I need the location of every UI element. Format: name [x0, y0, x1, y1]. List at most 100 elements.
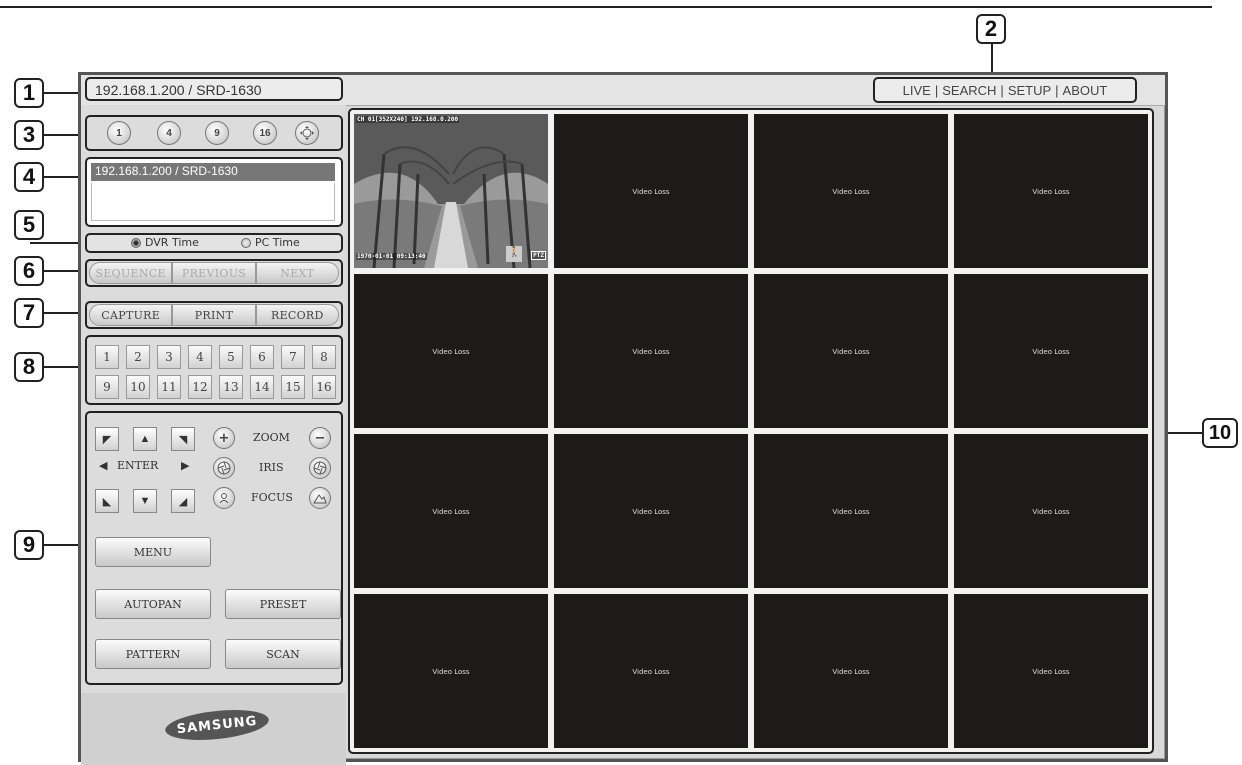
ptz-enter-button[interactable]: ENTER: [117, 459, 158, 472]
sequence-group: SEQUENCE PREVIOUS NEXT: [85, 259, 343, 287]
zoom-in-button[interactable]: +: [213, 427, 235, 449]
video-tile[interactable]: Video Loss: [554, 274, 748, 428]
video-tile[interactable]: Video Loss: [754, 594, 948, 748]
fullscreen-button[interactable]: [295, 121, 319, 145]
channel-button[interactable]: 10: [126, 375, 150, 399]
split-1-button[interactable]: 1: [107, 121, 131, 145]
video-loss-label: Video Loss: [832, 508, 870, 516]
channel-button[interactable]: 11: [157, 375, 181, 399]
capture-group: CAPTURE PRINT RECORD: [85, 301, 343, 329]
nav-separator: |: [1055, 82, 1059, 98]
ptz-right-button[interactable]: ▶: [181, 459, 189, 472]
video-loss-label: Video Loss: [632, 668, 670, 676]
callout-4: 4: [14, 162, 44, 192]
channel-button[interactable]: 6: [250, 345, 274, 369]
ptz-up-left-button[interactable]: ◤: [95, 427, 119, 451]
nav-setup[interactable]: SETUP: [1008, 83, 1051, 98]
video-tile[interactable]: Video Loss: [354, 434, 548, 588]
sequence-button[interactable]: SEQUENCE: [89, 262, 173, 284]
channel-button[interactable]: 13: [219, 375, 243, 399]
arrow-up-right-icon: ◥: [178, 433, 188, 446]
video-loss-label: Video Loss: [832, 188, 870, 196]
video-tile[interactable]: Video Loss: [954, 114, 1148, 268]
iris-close-button[interactable]: [309, 457, 331, 479]
camera-header-overlay: CH 01[352X240] 192.168.0.200: [356, 116, 460, 123]
ptz-control-group: ◤ ▲ ◥ ◀ ENTER ▶ ◣ ▼ ◢ + ZOOM − IRIS FOCU…: [85, 411, 343, 685]
channel-button[interactable]: 14: [250, 375, 274, 399]
split-9-button[interactable]: 9: [205, 121, 229, 145]
channel-button[interactable]: 4: [188, 345, 212, 369]
nav-search[interactable]: SEARCH: [942, 83, 996, 98]
scan-button[interactable]: SCAN: [225, 639, 341, 669]
callout-6: 6: [14, 256, 44, 286]
video-tile[interactable]: Video Loss: [554, 434, 748, 588]
ptz-up-right-button[interactable]: ◥: [171, 427, 195, 451]
split-16-button[interactable]: 16: [253, 121, 277, 145]
video-tile[interactable]: Video Loss: [954, 594, 1148, 748]
callout-5: 5: [14, 210, 44, 240]
channel-button[interactable]: 15: [281, 375, 305, 399]
video-tile[interactable]: Video Loss: [354, 594, 548, 748]
motion-person-icon: 🚶: [506, 246, 522, 262]
callout-3: 3: [14, 120, 44, 150]
channel-button[interactable]: 2: [126, 345, 150, 369]
channel-button[interactable]: 3: [157, 345, 181, 369]
focus-near-button[interactable]: [213, 487, 235, 509]
pc-time-radio[interactable]: [241, 238, 251, 248]
capture-button[interactable]: CAPTURE: [89, 304, 173, 326]
next-button[interactable]: NEXT: [255, 262, 339, 284]
callout-7: 7: [14, 298, 44, 328]
video-tile[interactable]: Video Loss: [954, 434, 1148, 588]
title-bar: 192.168.1.200 / SRD-1630 LIVE | SEARCH |…: [81, 75, 1165, 106]
ptz-down-button[interactable]: ▼: [133, 489, 157, 513]
camera-timestamp: 1970-01-01 09:13:40: [356, 253, 427, 260]
zoom-out-button[interactable]: −: [309, 427, 331, 449]
device-list-item[interactable]: 192.168.1.200 / SRD-1630: [91, 163, 335, 181]
arrow-down-left-icon: ◣: [102, 495, 112, 508]
channel-button[interactable]: 1: [95, 345, 119, 369]
video-tile[interactable]: Video Loss: [554, 114, 748, 268]
video-tile[interactable]: Video Loss: [754, 114, 948, 268]
nav-about[interactable]: ABOUT: [1063, 83, 1108, 98]
nav-live[interactable]: LIVE: [903, 83, 931, 98]
channel-button[interactable]: 16: [312, 375, 336, 399]
dvr-time-radio[interactable]: [131, 238, 141, 248]
channel-button[interactable]: 8: [312, 345, 336, 369]
video-tile[interactable]: Video Loss: [954, 274, 1148, 428]
channel-button[interactable]: 5: [219, 345, 243, 369]
video-tile[interactable]: Video Loss: [754, 434, 948, 588]
preset-button[interactable]: PRESET: [225, 589, 341, 619]
pattern-button[interactable]: PATTERN: [95, 639, 211, 669]
autopan-button[interactable]: AUTOPAN: [95, 589, 211, 619]
video-tile[interactable]: Video Loss: [354, 274, 548, 428]
video-tile[interactable]: Video Loss: [754, 274, 948, 428]
ptz-down-right-button[interactable]: ◢: [171, 489, 195, 513]
video-tile[interactable]: Video Loss: [554, 594, 748, 748]
top-nav: LIVE | SEARCH | SETUP | ABOUT: [873, 77, 1137, 103]
ptz-left-button[interactable]: ◀: [99, 459, 107, 472]
logo-area: SAMSUNG: [81, 693, 346, 765]
video-loss-label: Video Loss: [432, 508, 470, 516]
arrow-left-icon: ◀: [99, 460, 108, 472]
menu-button[interactable]: MENU: [95, 537, 211, 567]
previous-button[interactable]: PREVIOUS: [172, 262, 256, 284]
focus-label: FOCUS: [251, 491, 293, 504]
video-loss-label: Video Loss: [632, 508, 670, 516]
focus-far-button[interactable]: [309, 487, 331, 509]
callout-7-line: [44, 312, 82, 314]
callout-6-line: [44, 270, 82, 272]
channel-select-group: 1 2 3 4 5 6 7 8 9 10 11 12 13 14 15 16: [85, 335, 343, 405]
split-mode-group: 1 4 9 16: [85, 115, 343, 151]
record-button[interactable]: RECORD: [255, 304, 339, 326]
print-button[interactable]: PRINT: [172, 304, 256, 326]
live-video-tile[interactable]: CH 01[352X240] 192.168.0.200 1970-01-01 0…: [354, 114, 548, 268]
iris-open-button[interactable]: [213, 457, 235, 479]
channel-button[interactable]: 9: [95, 375, 119, 399]
channel-button[interactable]: 7: [281, 345, 305, 369]
ptz-down-left-button[interactable]: ◣: [95, 489, 119, 513]
device-list-body: [91, 183, 335, 221]
video-loss-label: Video Loss: [632, 348, 670, 356]
channel-button[interactable]: 12: [188, 375, 212, 399]
split-4-button[interactable]: 4: [157, 121, 181, 145]
ptz-up-button[interactable]: ▲: [133, 427, 157, 451]
